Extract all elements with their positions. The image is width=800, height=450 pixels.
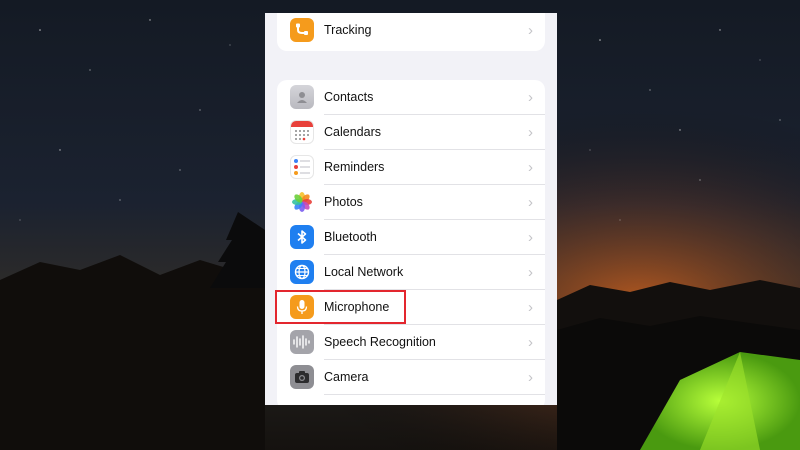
chevron-right-icon: › bbox=[528, 334, 533, 351]
settings-group-privacy: Contacts › Calendars › Reminders › Photo… bbox=[277, 80, 545, 405]
microphone-highlight-box bbox=[275, 290, 406, 324]
reminders-icon bbox=[290, 155, 314, 179]
chevron-right-icon: › bbox=[528, 89, 533, 106]
settings-row-photos[interactable]: Photos › bbox=[277, 185, 545, 220]
settings-row-label: Speech Recognition bbox=[324, 335, 436, 349]
settings-row-label: Calendars bbox=[324, 125, 381, 139]
waveform-icon bbox=[290, 330, 314, 354]
chevron-right-icon: › bbox=[528, 22, 533, 39]
chevron-right-icon: › bbox=[528, 124, 533, 141]
settings-row-speech-recognition[interactable]: Speech Recognition › bbox=[277, 325, 545, 360]
settings-row-label: Tracking bbox=[324, 23, 372, 37]
settings-row-label: Local Network bbox=[324, 265, 404, 279]
camera-icon bbox=[290, 365, 314, 389]
settings-row-contacts[interactable]: Contacts › bbox=[277, 80, 545, 115]
contacts-icon bbox=[290, 85, 314, 109]
row-divider bbox=[324, 394, 545, 395]
tracking-icon bbox=[290, 18, 314, 42]
globe-icon bbox=[290, 260, 314, 284]
chevron-right-icon: › bbox=[528, 229, 533, 246]
settings-row-camera[interactable]: Camera › bbox=[277, 360, 545, 395]
settings-row-local-network[interactable]: Local Network › bbox=[277, 255, 545, 290]
chevron-right-icon: › bbox=[528, 299, 533, 316]
chevron-right-icon: › bbox=[528, 369, 533, 386]
bluetooth-icon bbox=[290, 225, 314, 249]
settings-row-label: Contacts bbox=[324, 90, 374, 104]
settings-row-reminders[interactable]: Reminders › bbox=[277, 150, 545, 185]
settings-row-label: Camera bbox=[324, 370, 369, 384]
chevron-right-icon: › bbox=[528, 264, 533, 281]
settings-row-label: Photos bbox=[324, 195, 363, 209]
chevron-right-icon: › bbox=[528, 194, 533, 211]
settings-row-label: Reminders bbox=[324, 160, 385, 174]
settings-panel: Tracking › Contacts › Calendars › Remind… bbox=[265, 13, 557, 405]
settings-row-bluetooth[interactable]: Bluetooth › bbox=[277, 220, 545, 255]
settings-row-tracking[interactable]: Tracking › bbox=[277, 13, 545, 48]
settings-row-label: Bluetooth bbox=[324, 230, 377, 244]
photos-icon bbox=[290, 190, 314, 214]
chevron-right-icon: › bbox=[528, 159, 533, 176]
settings-row-calendars[interactable]: Calendars › bbox=[277, 115, 545, 150]
calendar-icon bbox=[290, 120, 314, 144]
settings-group-tracking: Tracking › bbox=[277, 13, 545, 51]
